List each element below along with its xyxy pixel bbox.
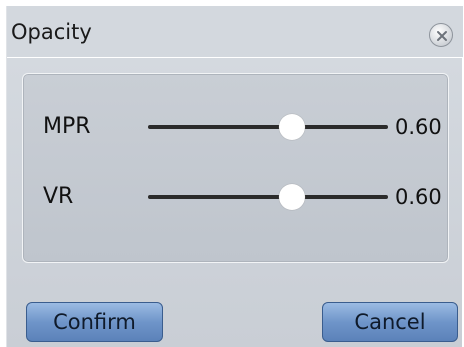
vr-slider-track[interactable]: [148, 195, 388, 199]
dialog-title: Opacity: [11, 20, 92, 44]
mpr-value: 0.60: [395, 115, 442, 139]
dialog-titlebar: Opacity: [7, 6, 463, 58]
vr-value: 0.60: [395, 185, 442, 209]
vr-label: VR: [43, 184, 74, 209]
mpr-slider-thumb[interactable]: [279, 114, 305, 140]
close-button[interactable]: [429, 23, 453, 47]
confirm-button[interactable]: Confirm: [26, 302, 163, 342]
mpr-label: MPR: [43, 114, 91, 139]
opacity-dialog: Opacity MPR 0.60 VR 0.60 Confirm Cancel: [6, 6, 463, 347]
close-icon: [437, 31, 447, 41]
mpr-slider-track[interactable]: [148, 125, 388, 129]
vr-slider-thumb[interactable]: [279, 184, 305, 210]
cancel-button[interactable]: Cancel: [322, 302, 458, 342]
opacity-panel: MPR 0.60 VR 0.60: [22, 73, 449, 263]
